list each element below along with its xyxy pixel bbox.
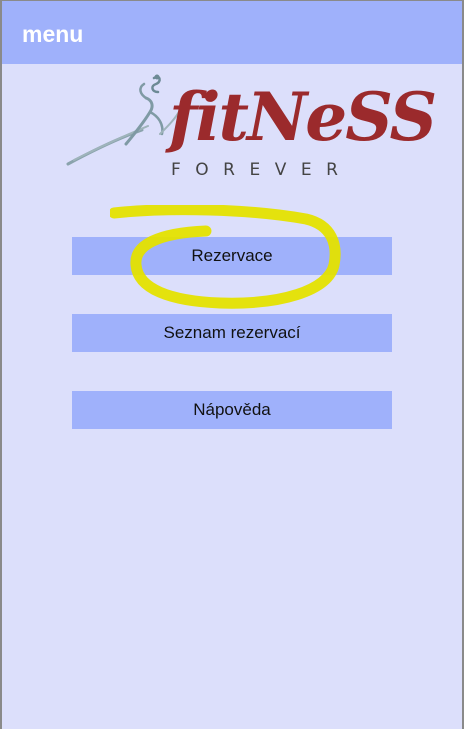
app-bar: menu	[0, 0, 464, 64]
logo-word: fitNeSS	[169, 78, 437, 156]
rezervace-button[interactable]: Rezervace	[72, 237, 392, 275]
napoveda-button-label: Nápověda	[193, 400, 271, 419]
runner-figure-icon	[66, 74, 181, 166]
seznam-rezervaci-button-label: Seznam rezervací	[163, 323, 301, 342]
fitness-forever-logo: fitNeSS FOREVER	[64, 70, 437, 185]
rezervace-button-label: Rezervace	[191, 246, 273, 265]
napoveda-button[interactable]: Nápověda	[72, 391, 392, 429]
app-bar-title: menu	[22, 21, 84, 47]
logo-subtitle: FOREVER	[171, 160, 353, 180]
seznam-rezervaci-button[interactable]: Seznam rezervací	[72, 314, 392, 352]
